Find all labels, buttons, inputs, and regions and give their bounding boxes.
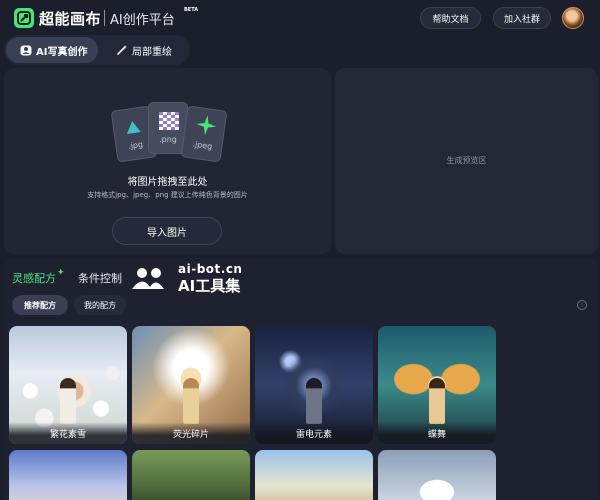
- upload-title: 将图片拖拽至此处: [127, 177, 208, 188]
- top-bar: 超能画布 AI创作平台 BETA 帮助文档 加入社群: [0, 0, 600, 34]
- watermark-url: ai-bot.cn: [178, 262, 243, 276]
- tab-ai-portrait-label: AI写真创作: [36, 46, 88, 58]
- recipe-card-label: 荧光碎片: [132, 422, 250, 444]
- avatar[interactable]: [562, 7, 584, 29]
- jpeg-ext-label: .jpeg: [191, 139, 213, 152]
- recipe-card[interactable]: [9, 450, 127, 500]
- tab-inpaint[interactable]: 局部重绘: [108, 37, 188, 63]
- recipe-card[interactable]: 雷电元素: [255, 326, 373, 444]
- jpeg-file-icon: .jpeg: [180, 105, 228, 163]
- subtab-mine[interactable]: 我的配方: [74, 295, 126, 315]
- portrait-figure: [60, 378, 76, 424]
- recipe-card[interactable]: 蝶舞: [378, 326, 496, 444]
- portrait-figure: [183, 378, 199, 424]
- brand-logo-icon[interactable]: [14, 8, 34, 28]
- tab-inpaint-label: 局部重绘: [132, 46, 172, 58]
- info-icon[interactable]: i: [577, 300, 587, 310]
- recipe-card-image: [255, 450, 373, 500]
- watermark-logo-icon: [132, 265, 172, 293]
- recipe-card[interactable]: [132, 450, 250, 500]
- join-community-button[interactable]: 加入社群: [493, 7, 551, 29]
- preview-label: 生成预览区: [446, 156, 487, 165]
- tab-ai-portrait[interactable]: AI写真创作: [6, 37, 98, 63]
- brand-name[interactable]: 超能画布: [39, 8, 101, 29]
- portrait-figure: [306, 378, 322, 424]
- recipe-card[interactable]: 荧光碎片: [132, 326, 250, 444]
- recipe-card-image: [9, 450, 127, 500]
- mode-tabs: AI写真创作 局部重绘: [4, 35, 190, 65]
- sparkle-icon: ✦: [57, 268, 65, 278]
- platform-title: AI创作平台: [110, 13, 175, 28]
- recipe-card-image: [378, 450, 496, 500]
- recipe-card[interactable]: [255, 450, 373, 500]
- subtab-recommended[interactable]: 推荐配方: [12, 295, 68, 315]
- file-type-illustration: .jpg .png .jpeg: [108, 102, 230, 163]
- recipe-card-label: 蝶舞: [378, 422, 496, 444]
- recipe-card[interactable]: 繁花素雪: [9, 326, 127, 444]
- upload-hint: 支持格式jpg、jpeg、png 建议上传纯色背景的图片: [87, 191, 248, 199]
- import-image-button[interactable]: 导入图片: [112, 217, 222, 245]
- magic-wand-icon: [116, 44, 128, 56]
- tab-inspiration-recipe[interactable]: 灵感配方: [12, 270, 56, 286]
- portrait-camera-icon: [20, 44, 32, 56]
- recipe-card-image: [132, 450, 250, 500]
- portrait-figure: [429, 378, 445, 424]
- recipe-card[interactable]: [378, 450, 496, 500]
- brand-divider: [104, 10, 105, 26]
- watermark-name: AI工具集: [178, 277, 241, 295]
- help-docs-button[interactable]: 帮助文档: [420, 7, 481, 29]
- png-ext-label: .png: [159, 135, 177, 144]
- beta-badge: BETA: [184, 7, 199, 13]
- recipe-card-label: 雷电元素: [255, 422, 373, 444]
- recipe-card-label: 繁花素雪: [9, 422, 127, 444]
- tab-condition-control[interactable]: 条件控制: [78, 270, 122, 286]
